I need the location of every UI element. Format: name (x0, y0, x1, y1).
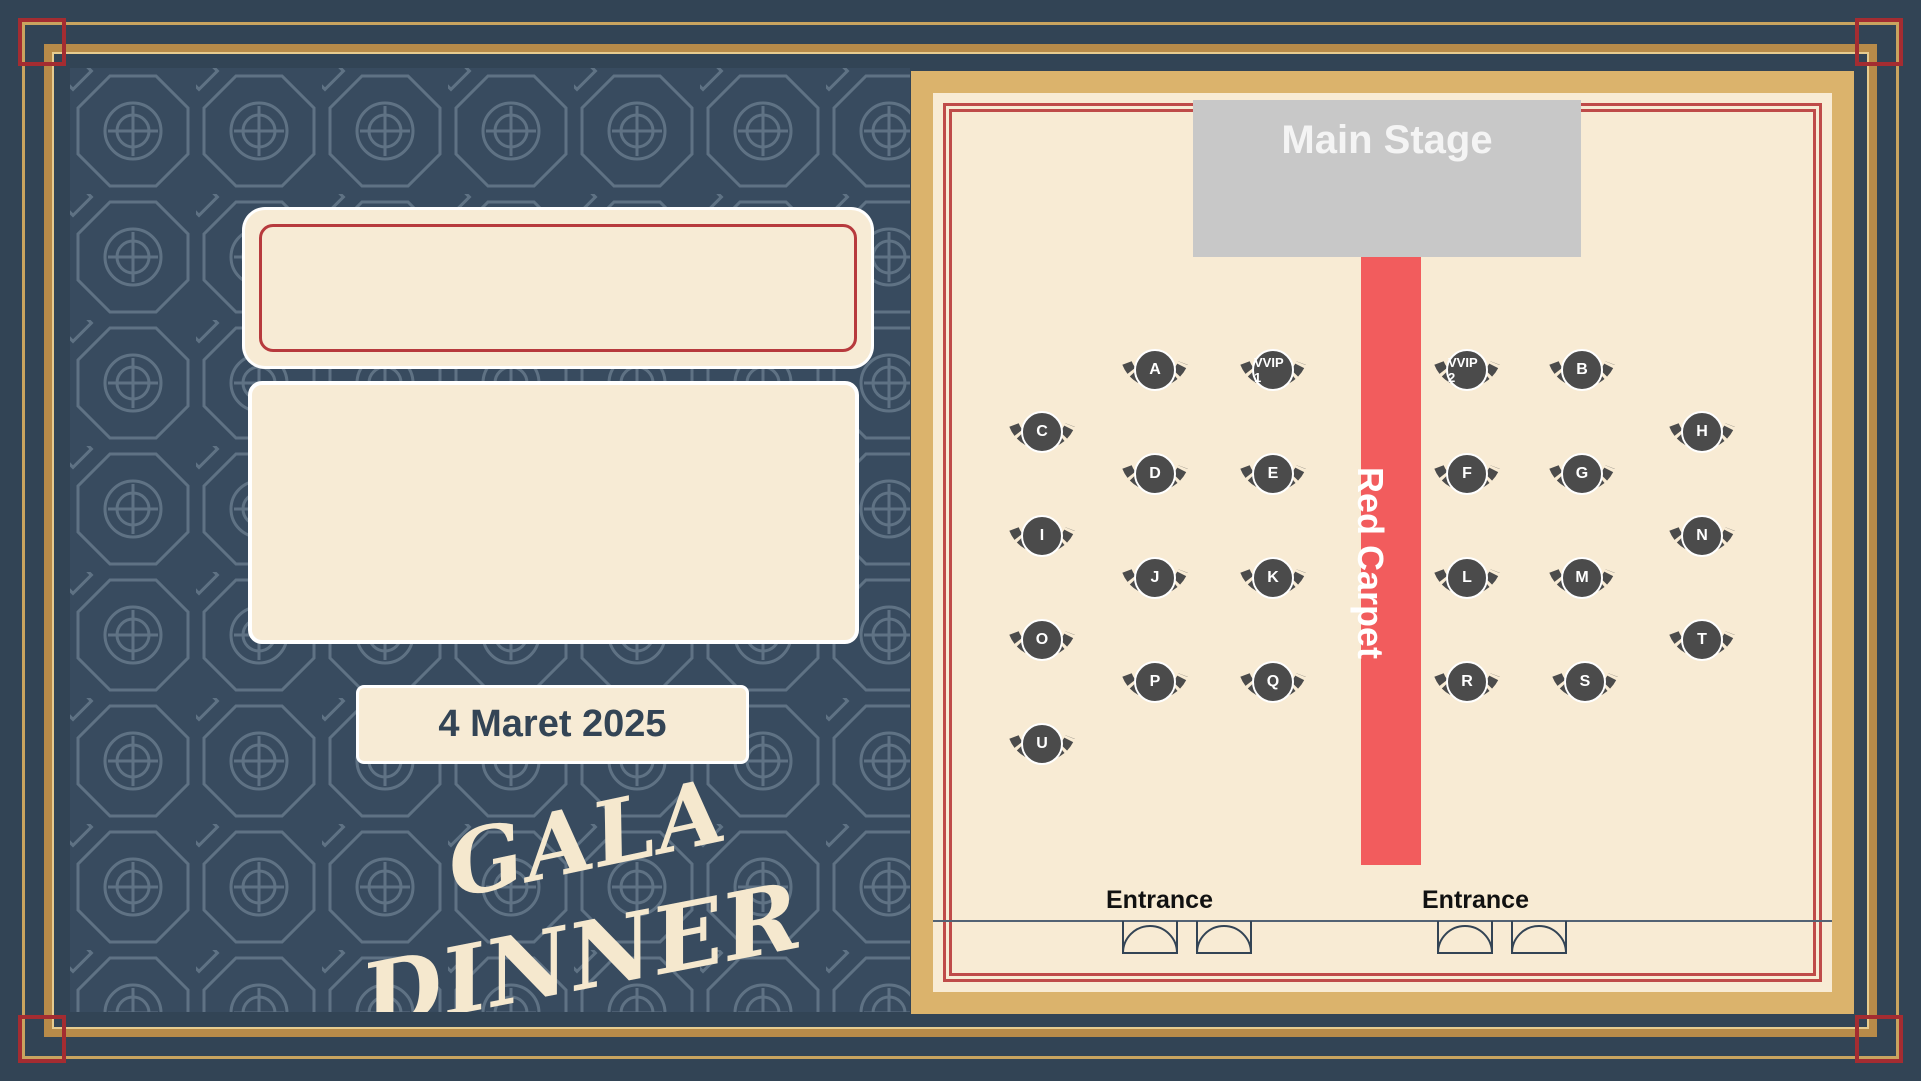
title-plaque (245, 210, 871, 366)
gala-dinner-layout: 4 Maret 2025 GALA DINNER Main Stage Red … (0, 0, 1921, 1081)
corner-ornament (18, 18, 66, 66)
table-vvip-1: VVIP 1 (1239, 341, 1307, 409)
table-c: C (1008, 403, 1076, 471)
entrance-right-label: Entrance (1422, 886, 1529, 914)
entrance-left-label: Entrance (1106, 886, 1213, 914)
event-date: 4 Maret 2025 (438, 703, 667, 745)
red-carpet-label: Red Carpet (1350, 467, 1391, 660)
table-k: K (1239, 549, 1307, 617)
table-i: I (1008, 507, 1076, 575)
table-n: N (1668, 507, 1736, 575)
corner-ornament (18, 1015, 66, 1063)
table-p: P (1121, 653, 1189, 721)
main-stage-label: Main Stage (1281, 118, 1493, 162)
door-icon (1437, 921, 1493, 954)
table-m: M (1548, 549, 1616, 617)
gala-dinner-title: GALA DINNER (354, 758, 810, 1012)
corner-ornament (1855, 18, 1903, 66)
table-f: F (1433, 445, 1501, 513)
table-t: T (1668, 611, 1736, 679)
table-d: D (1121, 445, 1189, 513)
table-r: R (1433, 653, 1501, 721)
entrance-wall-line (933, 920, 1832, 922)
seating-map-panel: Main Stage Red Carpet A VVIP 1 VVIP 2 B … (911, 71, 1854, 1014)
door-icon (1122, 921, 1178, 954)
table-vvip-2: VVIP 2 (1433, 341, 1501, 409)
main-stage: Main Stage (1193, 100, 1581, 257)
corner-ornament (1855, 1015, 1903, 1063)
seating-map: Main Stage Red Carpet A VVIP 1 VVIP 2 B … (933, 93, 1832, 992)
red-carpet-aisle: Red Carpet (1350, 257, 1421, 865)
date-banner: 4 Maret 2025 (356, 685, 749, 764)
table-h: H (1668, 403, 1736, 471)
table-u: U (1008, 715, 1076, 783)
left-decorative-panel: 4 Maret 2025 GALA DINNER (70, 68, 910, 1012)
table-b: B (1548, 341, 1616, 409)
door-icon (1196, 921, 1252, 954)
table-s: S (1551, 653, 1619, 721)
door-icon (1511, 921, 1567, 954)
table-j: J (1121, 549, 1189, 617)
table-q: Q (1239, 653, 1307, 721)
table-g: G (1548, 445, 1616, 513)
table-l: L (1433, 549, 1501, 617)
table-e: E (1239, 445, 1307, 513)
info-panel (248, 381, 859, 644)
table-o: O (1008, 611, 1076, 679)
table-a: A (1121, 341, 1189, 409)
